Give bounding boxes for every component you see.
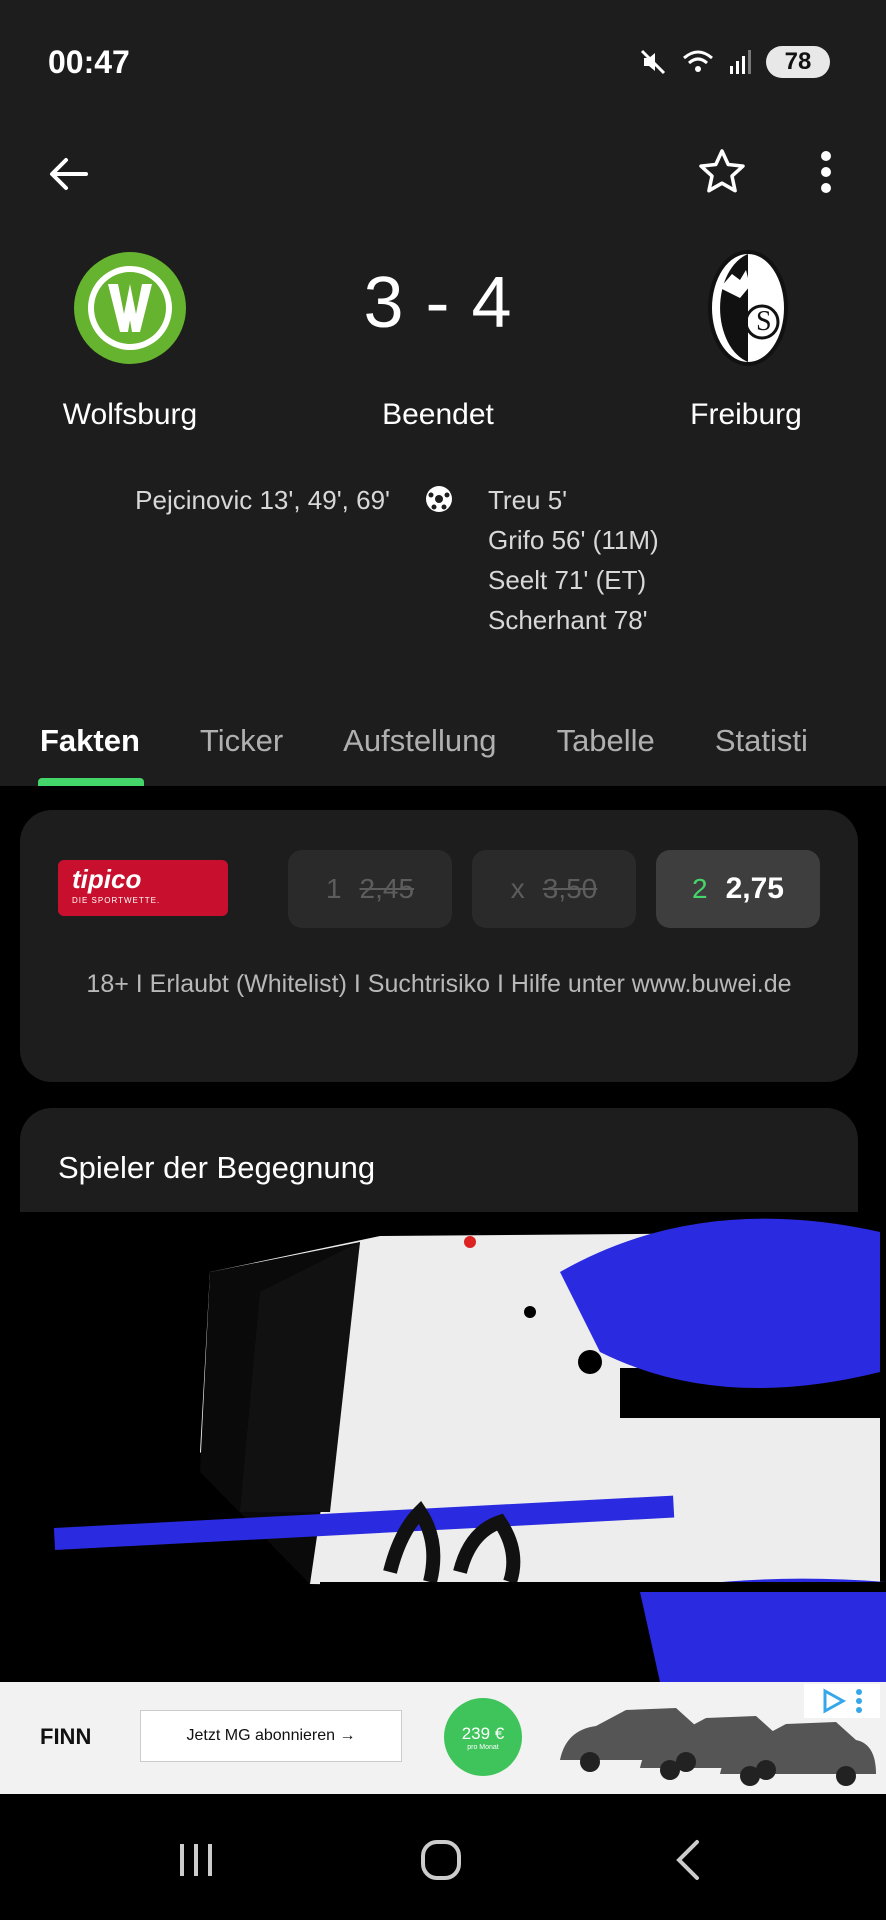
status-time: 00:47	[48, 44, 130, 80]
ad-price-sub: pro Monat	[467, 1743, 499, 1751]
odd-value: 2,45	[359, 873, 415, 904]
odd-value: 3,50	[542, 873, 598, 904]
freiburg-logo-icon: S	[708, 250, 788, 366]
star-icon	[699, 149, 745, 193]
tab-fakten[interactable]: Fakten	[40, 723, 140, 759]
home-team-name[interactable]: Wolfsburg	[10, 398, 250, 432]
odd-label: 2	[692, 873, 708, 904]
player-of-match-title: Spieler der Begegnung	[58, 1150, 376, 1185]
away-scorer: Treu 5'	[488, 485, 568, 515]
home-scorers: Pejcinovic 13', 49', 69'	[60, 480, 390, 520]
tab-aufstellung[interactable]: Aufstellung	[343, 723, 496, 759]
odd-value: 2,75	[725, 872, 784, 905]
away-team-logo[interactable]: S	[706, 248, 790, 368]
match-tabs: Fakten Ticker Aufstellung Tabelle Statis…	[0, 696, 886, 786]
status-icons: 78	[638, 46, 830, 78]
away-team-name[interactable]: Freiburg	[626, 398, 866, 432]
video-player[interactable]	[0, 1212, 886, 1682]
ad-choices[interactable]	[804, 1684, 880, 1718]
mute-icon	[640, 49, 666, 75]
tab-statistik[interactable]: Statisti	[715, 723, 808, 759]
svg-text:S: S	[756, 306, 772, 337]
match-status: Beendet	[382, 398, 494, 431]
odd-away-button[interactable]: 2 2,75	[656, 850, 820, 928]
football-icon	[424, 484, 454, 514]
match-header	[0, 120, 886, 786]
home-button[interactable]	[411, 1830, 471, 1890]
odd-home-button[interactable]: 1 2,45	[288, 850, 452, 928]
tab-tabelle[interactable]: Tabelle	[557, 723, 655, 759]
odd-draw-button[interactable]: x 3,50	[472, 850, 636, 928]
wifi-icon	[683, 50, 713, 72]
away-scorers: Treu 5' Grifo 56' (11M) Seelt 71' (ET) S…	[488, 480, 828, 640]
ad-price: 239 €	[461, 1723, 505, 1743]
favorite-button[interactable]	[694, 144, 750, 200]
away-scorer: Grifo 56' (11M)	[488, 525, 659, 555]
recent-apps-icon	[180, 1844, 212, 1876]
gambling-disclaimer: 18+ I Erlaubt (Whitelist) I Suchtrisiko …	[86, 970, 792, 998]
odd-label: 1	[325, 873, 342, 904]
home-icon	[421, 1840, 461, 1880]
tipico-brand: tipico	[72, 864, 142, 894]
tab-indicator	[38, 778, 144, 786]
away-scorer: Seelt 71' (ET)	[488, 565, 647, 595]
home-scorer: Pejcinovic 13', 49', 69'	[135, 485, 390, 515]
ad-brand: FINN	[40, 1724, 92, 1749]
wolfsburg-logo-icon	[74, 252, 186, 364]
ad-price-badge: 239 € pro Monat	[444, 1698, 522, 1776]
home-team-logo[interactable]	[70, 248, 190, 368]
away-scorer: Scherhant 78'	[488, 605, 648, 635]
ad-more-icon	[856, 1689, 862, 1713]
battery-indicator: 78	[766, 46, 830, 78]
tab-ticker[interactable]: Ticker	[200, 723, 283, 759]
tipico-subtitle: DIE SPORTWETTE.	[72, 896, 161, 905]
back-nav-button[interactable]	[658, 1830, 718, 1890]
match-score: 3 - 4	[363, 263, 513, 343]
adchoices-icon	[823, 1688, 847, 1714]
tipico-logo[interactable]: tipico DIE SPORTWETTE.	[58, 860, 228, 916]
arrow-left-icon	[50, 158, 88, 190]
more-vert-icon	[821, 151, 831, 193]
more-options-button[interactable]	[806, 144, 846, 200]
odd-label: x	[510, 873, 525, 904]
chevron-left-icon	[676, 1840, 699, 1880]
recent-apps-button[interactable]	[166, 1830, 226, 1890]
ad-cta-button[interactable]: Jetzt MG abonnieren →	[140, 1710, 402, 1762]
back-button[interactable]	[40, 146, 96, 202]
video-frame	[0, 1212, 886, 1682]
signal-icon	[730, 50, 751, 74]
